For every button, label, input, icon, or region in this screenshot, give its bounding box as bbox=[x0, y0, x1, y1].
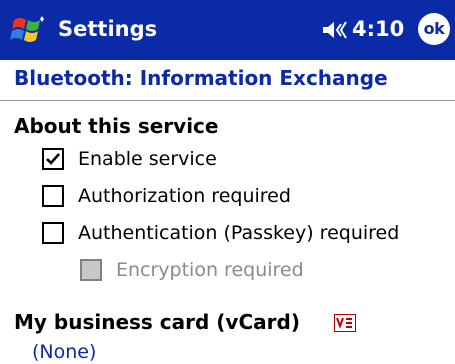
vcard-heading: My business card (vCard) bbox=[14, 310, 300, 334]
authentication-required-checkbox[interactable] bbox=[42, 222, 64, 244]
window-title: Settings bbox=[58, 17, 158, 41]
encryption-required-label: Encryption required bbox=[116, 259, 304, 281]
windows-flag-icon[interactable] bbox=[6, 10, 50, 50]
vcard-value-link[interactable]: (None) bbox=[32, 340, 96, 364]
vcard-icon[interactable] bbox=[334, 314, 356, 332]
page-title: Bluetooth: Information Exchange bbox=[14, 66, 388, 90]
encryption-required-checkbox bbox=[80, 259, 102, 281]
authorization-required-label[interactable]: Authorization required bbox=[78, 183, 291, 209]
enable-service-label[interactable]: Enable service bbox=[78, 146, 217, 172]
speaker-volume-icon[interactable] bbox=[322, 20, 350, 40]
checkmark-icon bbox=[46, 153, 60, 165]
authentication-required-label[interactable]: Authentication (Passkey) required bbox=[78, 220, 399, 246]
about-service-heading: About this service bbox=[14, 114, 219, 138]
authorization-required-checkbox[interactable] bbox=[42, 185, 64, 207]
header-divider bbox=[0, 100, 455, 101]
ok-button[interactable]: ok bbox=[418, 13, 450, 45]
title-bar: Settings 4:10 ok bbox=[0, 0, 455, 60]
clock[interactable]: 4:10 bbox=[352, 14, 404, 44]
enable-service-checkbox[interactable] bbox=[42, 148, 64, 170]
